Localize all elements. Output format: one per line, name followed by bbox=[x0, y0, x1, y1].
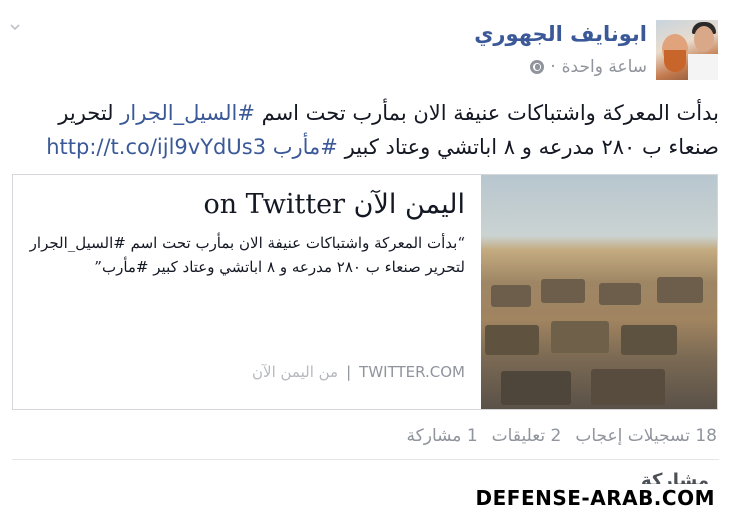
post-meta: ساعة واحدة · bbox=[530, 57, 647, 77]
post-text: بدأت المعركة واشتباكات عنيفة الان بمأرب … bbox=[30, 96, 719, 164]
author-name[interactable]: ابونايف الجهوري bbox=[474, 22, 647, 46]
likes-count[interactable]: 18 تسجيلات إعجاب bbox=[575, 426, 717, 446]
shortened-link[interactable]: http://t.co/ijl9vYdUs3 bbox=[46, 135, 266, 159]
avatar[interactable] bbox=[656, 20, 718, 80]
source-separator: | bbox=[346, 363, 352, 381]
source-domain: TWITTER.COM bbox=[359, 363, 465, 381]
link-preview-card[interactable]: اليمن الآن on Twitter “بدأت المعركة واشت… bbox=[12, 174, 718, 410]
source-name: من اليمن الآن bbox=[252, 363, 339, 381]
chevron-down-icon[interactable] bbox=[10, 22, 20, 32]
hashtag-link[interactable]: #مأرب bbox=[273, 135, 338, 159]
card-description: “بدأت المعركة واشتباكات عنيفة الان بمأرب… bbox=[29, 234, 465, 276]
shares-count[interactable]: 1 مشاركة bbox=[407, 426, 478, 446]
card-source: من اليمن الآن | TWITTER.COM bbox=[252, 363, 465, 381]
post-text-part: بدأت المعركة واشتباكات عنيفة الان بمأرب … bbox=[254, 101, 719, 125]
watermark: DEFENSE-ARAB.COM bbox=[469, 484, 721, 512]
comments-count[interactable]: 2 تعليقات bbox=[492, 426, 562, 446]
engagement-stats: 18 تسجيلات إعجاب 2 تعليقات 1 مشاركة bbox=[407, 426, 717, 446]
divider bbox=[12, 459, 719, 460]
globe-icon[interactable] bbox=[530, 60, 545, 74]
preview-image[interactable] bbox=[481, 175, 717, 409]
card-title[interactable]: اليمن الآن on Twitter bbox=[203, 189, 465, 220]
hashtag-link[interactable]: #السيل_الجرار bbox=[120, 101, 255, 125]
timestamp[interactable]: ساعة واحدة bbox=[562, 57, 647, 77]
meta-separator: · bbox=[550, 57, 556, 77]
